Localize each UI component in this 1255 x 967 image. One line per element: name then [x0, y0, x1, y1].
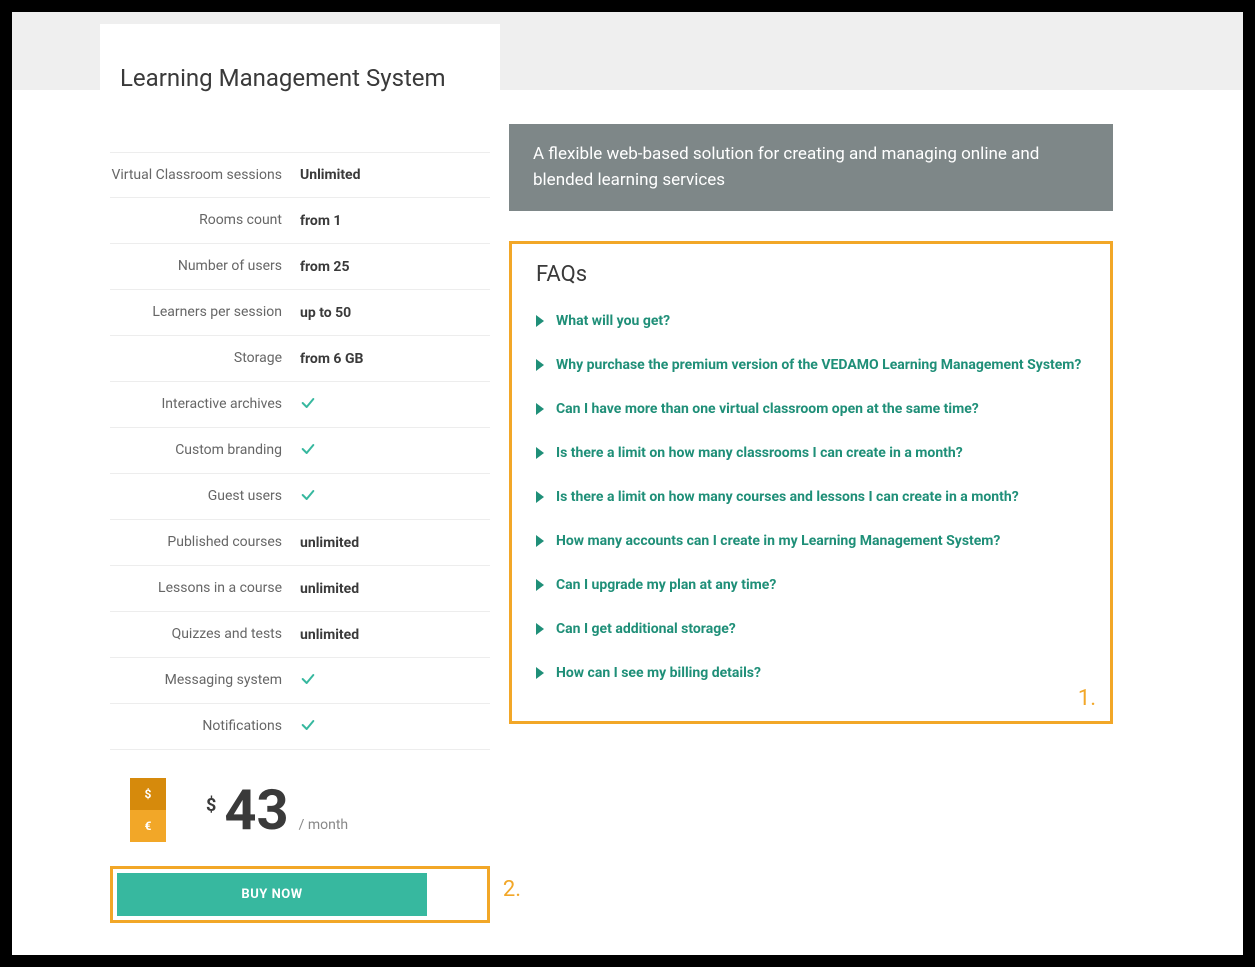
price-amount: 43 — [224, 782, 288, 838]
feature-value: from 1 — [300, 213, 490, 229]
caret-right-icon — [536, 315, 544, 327]
faq-item[interactable]: Can I upgrade my plan at any time? — [536, 577, 1086, 593]
faq-question-text: Why purchase the premium version of the … — [556, 357, 1081, 373]
feature-row: Notifications — [110, 704, 490, 750]
faq-question-text: Can I upgrade my plan at any time? — [556, 577, 776, 593]
check-icon — [300, 395, 490, 415]
feature-list: Virtual Classroom sessionsUnlimitedRooms… — [110, 152, 490, 750]
faq-item[interactable]: Can I get additional storage? — [536, 621, 1086, 637]
caret-right-icon — [536, 579, 544, 591]
faq-list: What will you get? Why purchase the premi… — [536, 313, 1086, 681]
faq-item[interactable]: Can I have more than one virtual classro… — [536, 401, 1086, 417]
feature-value: unlimited — [300, 627, 490, 643]
caret-right-icon — [536, 359, 544, 371]
currency-option-button[interactable]: € — [130, 810, 166, 842]
feature-row: Custom branding — [110, 428, 490, 474]
price-area: $€ $ 43 / month — [110, 778, 490, 842]
faq-item[interactable]: Is there a limit on how many classrooms … — [536, 445, 1086, 461]
faq-question-text: Is there a limit on how many classrooms … — [556, 445, 963, 461]
feature-value: from 6 GB — [300, 351, 490, 367]
feature-label: Number of users — [110, 257, 300, 275]
feature-label: Guest users — [110, 487, 300, 505]
feature-label: Rooms count — [110, 211, 300, 229]
description-banner: A flexible web-based solution for creati… — [509, 124, 1113, 211]
feature-row: Rooms countfrom 1 — [110, 198, 490, 244]
feature-row: Learners per sessionup to 50 — [110, 290, 490, 336]
feature-label: Storage — [110, 349, 300, 367]
caret-right-icon — [536, 623, 544, 635]
feature-label: Virtual Classroom sessions — [110, 166, 300, 184]
price-period: / month — [299, 817, 349, 833]
caret-right-icon — [536, 667, 544, 679]
feature-row: Virtual Classroom sessionsUnlimited — [110, 152, 490, 198]
faq-question-text: Is there a limit on how many courses and… — [556, 489, 1019, 505]
faq-question-text: Can I get additional storage? — [556, 621, 736, 637]
currency-option-button[interactable]: $ — [130, 778, 166, 810]
faq-title: FAQs — [536, 262, 1086, 287]
price-display: $ 43 / month — [206, 782, 348, 838]
faq-question-text: What will you get? — [556, 313, 670, 329]
feature-row: Storagefrom 6 GB — [110, 336, 490, 382]
caret-right-icon — [536, 491, 544, 503]
page-frame: Learning Management System Virtual Class… — [0, 0, 1255, 967]
feature-row: Lessons in a courseunlimited — [110, 566, 490, 612]
faq-question-text: How can I see my billing details? — [556, 665, 761, 681]
feature-row: Messaging system — [110, 658, 490, 704]
feature-label: Lessons in a course — [110, 579, 300, 597]
feature-value: unlimited — [300, 535, 490, 551]
feature-row: Quizzes and testsunlimited — [110, 612, 490, 658]
feature-label: Interactive archives — [110, 395, 300, 413]
price-symbol: $ — [206, 795, 216, 816]
currency-toggle: $€ — [130, 778, 166, 842]
feature-label: Notifications — [110, 717, 300, 735]
feature-label: Custom branding — [110, 441, 300, 459]
feature-row: Guest users — [110, 474, 490, 520]
feature-row: Published coursesunlimited — [110, 520, 490, 566]
buy-now-button[interactable]: BUY NOW — [117, 873, 427, 916]
faq-question-text: How many accounts can I create in my Lea… — [556, 533, 1000, 549]
product-card: Learning Management System Virtual Class… — [100, 24, 500, 943]
feature-value: from 25 — [300, 259, 490, 275]
check-icon — [300, 717, 490, 737]
feature-label: Learners per session — [110, 303, 300, 321]
feature-row: Number of usersfrom 25 — [110, 244, 490, 290]
product-title: Learning Management System — [110, 64, 490, 92]
feature-label: Messaging system — [110, 671, 300, 689]
check-icon — [300, 487, 490, 507]
faq-item[interactable]: How can I see my billing details? — [536, 665, 1086, 681]
caret-right-icon — [536, 447, 544, 459]
feature-label: Published courses — [110, 533, 300, 551]
faq-item[interactable]: How many accounts can I create in my Lea… — [536, 533, 1086, 549]
feature-label: Quizzes and tests — [110, 625, 300, 643]
feature-value: Unlimited — [300, 167, 490, 183]
faq-question-text: Can I have more than one virtual classro… — [556, 401, 979, 417]
caret-right-icon — [536, 403, 544, 415]
check-icon — [300, 441, 490, 461]
faq-item[interactable]: Why purchase the premium version of the … — [536, 357, 1086, 373]
feature-value: up to 50 — [300, 305, 490, 321]
buy-button-highlight: BUY NOW 2. — [110, 866, 490, 923]
feature-row: Interactive archives — [110, 382, 490, 428]
check-icon — [300, 671, 490, 691]
right-column: A flexible web-based solution for creati… — [509, 124, 1113, 724]
faq-panel-highlight: FAQs What will you get? Why purchase the … — [509, 241, 1113, 724]
annotation-marker-1: 1. — [1078, 686, 1096, 711]
feature-value: unlimited — [300, 581, 490, 597]
annotation-marker-2: 2. — [503, 877, 521, 902]
faq-item[interactable]: Is there a limit on how many courses and… — [536, 489, 1086, 505]
faq-item[interactable]: What will you get? — [536, 313, 1086, 329]
caret-right-icon — [536, 535, 544, 547]
